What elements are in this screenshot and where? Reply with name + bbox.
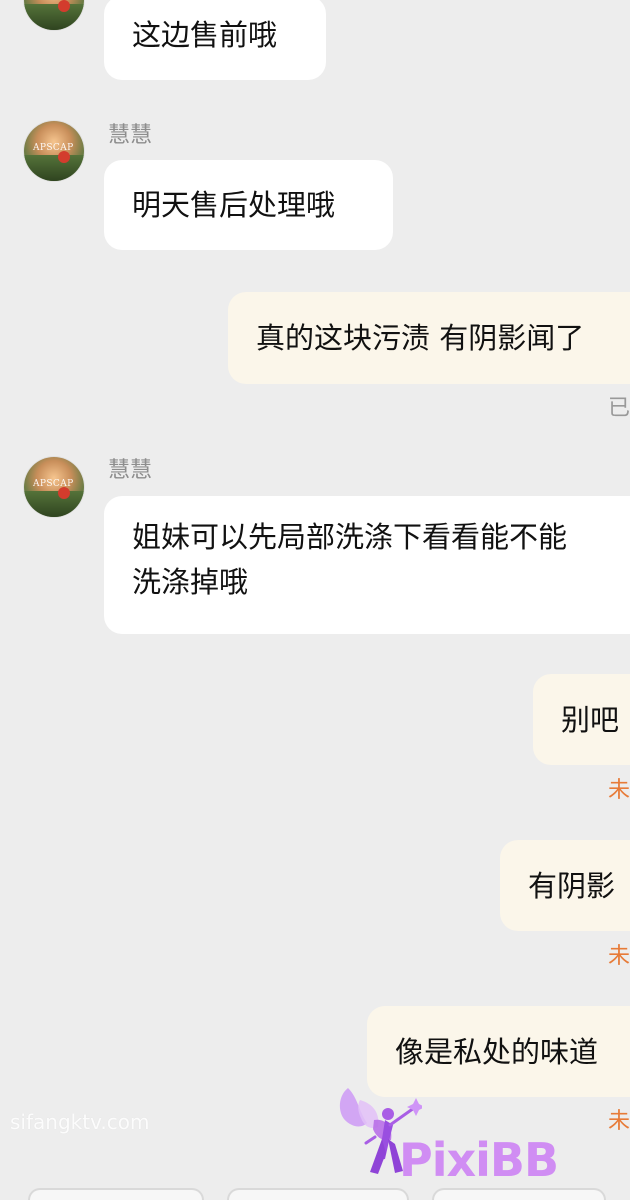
message-text: 这边售前哦 <box>132 18 278 52</box>
message-line-2: 洗涤掉哦 <box>132 565 249 599</box>
message-text: 别吧 <box>561 703 620 737</box>
message-line-1: 姐妹可以先局部洗涤下看看能不能 <box>132 520 568 554</box>
input-pill-left[interactable] <box>28 1188 204 1200</box>
message-status: 已 <box>607 396 630 421</box>
input-pill-center[interactable] <box>227 1188 409 1200</box>
avatar[interactable]: APSCAP <box>24 457 84 517</box>
message-bubble-left[interactable]: 姐妹可以先局部洗涤下看看能不能 洗涤掉哦 <box>104 496 630 634</box>
avatar-label: APSCAP <box>33 0 74 2</box>
input-pill-right[interactable] <box>432 1188 606 1200</box>
message-status: 未 <box>607 1109 630 1134</box>
message-text: 有阴影 <box>528 869 616 903</box>
message-status: 未 <box>607 944 630 969</box>
sender-name: 慧慧 <box>108 458 153 483</box>
message-bubble-right[interactable]: 真的这块污渍 有阴影闻了 <box>228 292 630 384</box>
message-text: 像是私处的味道 <box>395 1035 599 1069</box>
message-text: 明天售后处理哦 <box>132 188 336 222</box>
bottom-input-bar <box>0 1176 630 1200</box>
site-watermark: sifangktv.com <box>10 1110 150 1134</box>
message-bubble-right[interactable]: 有阴影 <box>500 840 630 931</box>
sender-name: 慧慧 <box>108 123 153 148</box>
message-bubble-left[interactable]: 明天售后处理哦 <box>104 160 393 250</box>
avatar[interactable]: APSCAP <box>24 0 84 30</box>
message-bubble-right[interactable]: 别吧 <box>533 674 630 765</box>
avatar[interactable]: APSCAP <box>24 121 84 181</box>
avatar-label: APSCAP <box>33 143 74 153</box>
avatar-label: APSCAP <box>33 479 74 489</box>
message-bubble-left[interactable]: 这边售前哦 <box>104 0 326 80</box>
message-status: 未 <box>607 778 630 803</box>
message-text: 真的这块污渍 有阴影闻了 <box>256 321 585 355</box>
